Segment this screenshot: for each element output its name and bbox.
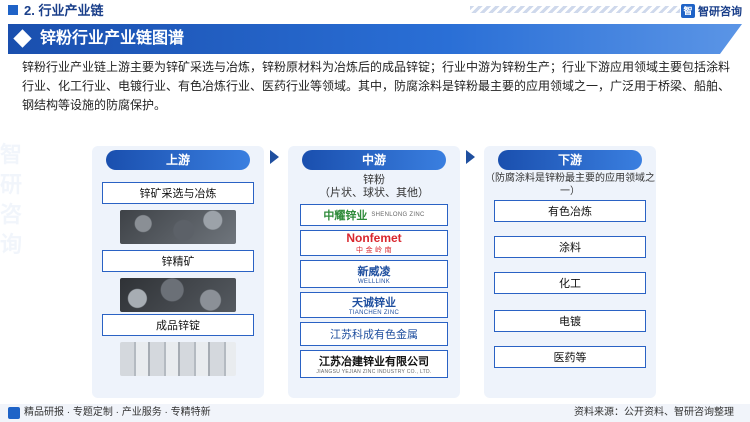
intro-paragraph: 锌粉行业产业链上游主要为锌矿采选与冶炼，锌粉原材料为冶炼后的成品锌锭；行业中游为…	[22, 60, 731, 112]
company-logo-shenlong: 中耀锌业 SHENLONG ZINC	[300, 204, 448, 226]
product-name: 锌粉	[363, 174, 385, 186]
midstream-header: 中游	[302, 150, 446, 170]
top-bar: 2. 行业产业链 智 智研咨询	[0, 0, 750, 22]
section-title: 2. 行业产业链	[24, 3, 104, 18]
concentrate-image	[120, 278, 236, 312]
upstream-item-concentrate: 锌精矿	[102, 250, 254, 272]
upstream-column: 上游 锌矿采选与冶炼 锌精矿 成品锌锭	[92, 146, 264, 398]
section-marker-icon	[8, 5, 18, 15]
downstream-column: 下游 （防腐涂料是锌粉最主要的应用领域之一） 有色冶炼 涂料 化工 电镀 医药等	[484, 146, 656, 398]
company-subname: TIANCHEN ZINC	[348, 310, 400, 316]
brand-logo-icon: 智	[681, 4, 695, 18]
footer-source: 资料来源：公开资料、智研咨询整理	[574, 407, 734, 418]
brand-name: 智研咨询	[698, 6, 742, 18]
company-logo-welllink: 新威凌 WELLLINK	[300, 260, 448, 288]
downstream-item-electroplating: 电镀	[494, 310, 646, 332]
company-name: 天诚锌业	[352, 297, 396, 309]
company-subname: 中 金 岭 南	[356, 247, 392, 254]
company-logo-yejian: 江苏冶建锌业有限公司 JIANGSU YEJIAN ZINC INDUSTRY …	[300, 350, 448, 378]
downstream-item-coatings: 涂料	[494, 236, 646, 258]
brand-logo: 智 智研咨询	[681, 3, 742, 19]
downstream-item-chemicals: 化工	[494, 272, 646, 294]
downstream-note: （防腐涂料是锌粉最主要的应用领域之一）	[485, 173, 655, 197]
flow-arrow-icon	[466, 150, 475, 164]
brand-logo-icon	[8, 407, 20, 419]
zinc-ingot-image	[120, 342, 236, 376]
company-subname: SHENLONG ZINC	[371, 212, 425, 218]
downstream-item-medicine: 医药等	[494, 346, 646, 368]
title-banner: 锌粉行业产业链图谱	[8, 24, 742, 54]
product-forms: （片状、球状、其他）	[319, 187, 429, 199]
company-subname: WELLLINK	[357, 279, 391, 285]
downstream-header: 下游	[498, 150, 642, 170]
watermark-logo: 智研咨询	[0, 142, 23, 257]
company-name: 新威凌	[357, 266, 391, 278]
ore-image	[120, 210, 236, 244]
company-subname: JIANGSU YEJIAN ZINC INDUSTRY CO., LTD.	[316, 369, 432, 375]
footer-services: 精品研报 · 专题定制 · 产业服务 · 专精特新	[24, 407, 211, 418]
company-logo-nonfemet: Nonfemet 中 金 岭 南	[300, 230, 448, 256]
company-name: Nonfemet	[346, 231, 402, 245]
midstream-column: 中游 锌粉 （片状、球状、其他） 中耀锌业 SHENLONG ZINC Nonf…	[288, 146, 460, 398]
decorative-stripes	[470, 6, 680, 13]
company-logo-kecheng: 江苏科成有色金属	[300, 322, 448, 346]
flow-arrow-icon	[270, 150, 279, 164]
diamond-icon	[13, 29, 32, 48]
upstream-item-ingot: 成品锌锭	[102, 314, 254, 336]
company-name: 江苏冶建锌业有限公司	[319, 356, 429, 368]
footer-bar: 精品研报 · 专题定制 · 产业服务 · 专精特新 资料来源：公开资料、智研咨询…	[0, 404, 750, 422]
downstream-item-smelting: 有色冶炼	[494, 200, 646, 222]
page-title: 锌粉行业产业链图谱	[40, 30, 185, 47]
upstream-item-mining: 锌矿采选与冶炼	[102, 182, 254, 204]
upstream-header: 上游	[106, 150, 250, 170]
company-name: 中耀锌业	[323, 210, 368, 222]
company-name: 江苏科成有色金属	[330, 329, 418, 341]
company-logo-tiancheng: 天诚锌业 TIANCHEN ZINC	[300, 292, 448, 318]
